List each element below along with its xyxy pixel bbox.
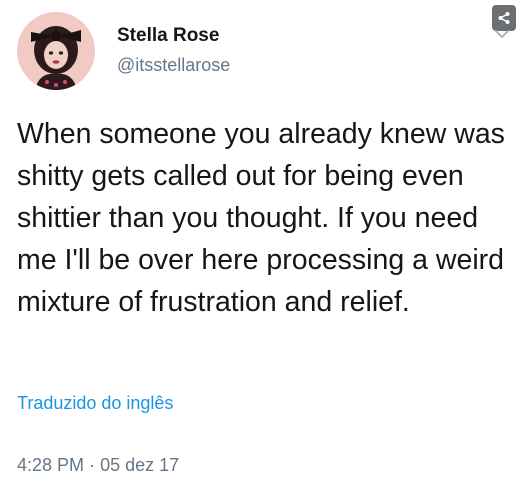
tweet-date: 05 dez 17 [100, 455, 180, 475]
tweet-card: Stella Rose @itsstellarose When someone … [0, 0, 522, 481]
avatar-image [17, 12, 95, 90]
translate-link[interactable]: Traduzido do inglês [17, 393, 173, 414]
tweet-text: When someone you already knew was shitty… [17, 118, 505, 318]
timestamp-separator: · [89, 455, 96, 475]
tweet-timestamp[interactable]: 4:28 PM · 05 dez 17 [17, 455, 179, 476]
display-name[interactable]: Stella Rose [117, 25, 219, 47]
user-handle[interactable]: @itsstellarose [117, 55, 230, 76]
tweet-time: 4:28 PM [17, 455, 85, 475]
chevron-down-icon[interactable] [492, 28, 512, 40]
avatar[interactable] [17, 12, 95, 90]
share-icon [498, 12, 510, 24]
